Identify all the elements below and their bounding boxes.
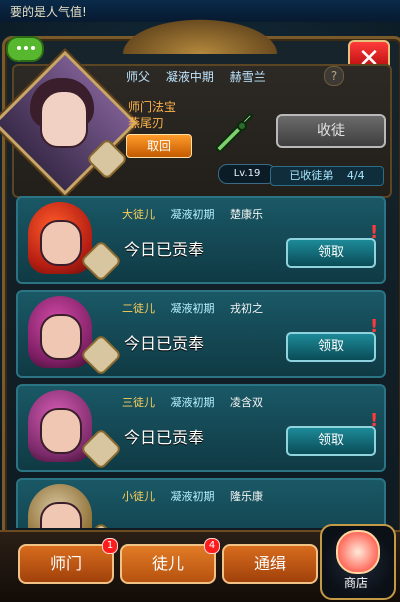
disciple-face <box>40 408 82 454</box>
notification-badge: 4 <box>204 538 220 554</box>
retrieve-button[interactable]: 取回 <box>126 134 192 158</box>
weapon-slot[interactable] <box>202 102 268 164</box>
notification-badge: 1 <box>102 538 118 554</box>
ticker-text: 要的是人气值! <box>10 5 87 19</box>
tab-wanted[interactable]: 通缉 <box>222 544 318 584</box>
disciple-count: 已收徒弟 4/4 <box>270 166 384 186</box>
disciple-rank: 大徒儿 <box>122 208 155 221</box>
claim-button[interactable]: 领取 <box>286 426 376 456</box>
chat-button[interactable] <box>6 36 44 62</box>
disciple-count-value: 4/4 <box>346 169 365 182</box>
disciple-row: 大徒儿 凝液初期 楚康乐 今日已贡奉 领取 ! <box>16 196 386 284</box>
sword-icon <box>214 112 254 154</box>
disciple-info: 大徒儿 凝液初期 楚康乐 <box>122 206 382 224</box>
chat-dot-icon <box>24 46 28 50</box>
treasure-title: 师门法宝 <box>128 100 177 114</box>
master-name: 赫雪兰 <box>229 70 266 84</box>
disciple-info: 三徒儿 凝液初期 凌含双 <box>122 394 382 412</box>
disciple-rank: 小徒儿 <box>122 490 155 503</box>
tribute-status: 今日已贡奉 <box>124 334 205 353</box>
disciple-face <box>40 220 82 266</box>
shop-label: 商店 <box>343 576 368 590</box>
disciple-info: 二徒儿 凝液初期 戎初之 <box>122 300 382 318</box>
disciple-row: 三徒儿 凝液初期 凌含双 今日已贡奉 领取 ! <box>16 384 386 472</box>
weapon-level: Lv.19 <box>218 164 276 184</box>
alert-icon <box>370 506 384 524</box>
disciple-row: 二徒儿 凝液初期 戎初之 今日已贡奉 领取 ! <box>16 290 386 378</box>
claim-button[interactable]: 领取 <box>286 332 376 362</box>
disciple-portrait-group <box>22 296 123 377</box>
disciple-name: 凌含双 <box>230 396 263 409</box>
disciple-realm: 凝液初期 <box>170 490 215 503</box>
disciple-list[interactable]: 大徒儿 凝液初期 楚康乐 今日已贡奉 领取 ! 二徒儿 凝液初期 戎初之 今日已… <box>10 196 390 528</box>
tribute-status: 今日已贡奉 <box>124 240 205 259</box>
disciple-rank: 三徒儿 <box>122 396 155 409</box>
disciple-name: 楚康乐 <box>230 208 263 221</box>
alert-icon: ! <box>370 316 379 337</box>
chat-dot-icon <box>31 46 35 50</box>
disciple-realm: 凝液初期 <box>170 396 215 409</box>
accept-disciple-button[interactable]: 收徒 <box>276 114 386 148</box>
help-icon[interactable]: ? <box>324 66 344 86</box>
tab-master-label: 师门 <box>49 554 82 573</box>
chat-dot-icon <box>17 46 21 50</box>
disciple-name: 戎初之 <box>230 302 263 315</box>
disciple-face <box>40 502 82 528</box>
shop-icon <box>336 530 380 574</box>
disciple-portrait-group <box>22 390 123 471</box>
decorative-crest <box>110 14 290 54</box>
disciple-name: 隆乐康 <box>230 490 263 503</box>
alert-icon: ! <box>370 410 379 431</box>
disciple-count-label: 已收徒弟 <box>289 169 334 182</box>
disciple-rank: 二徒儿 <box>122 302 155 315</box>
disciple-realm: 凝液初期 <box>170 208 215 221</box>
alert-icon: ! <box>370 222 379 243</box>
disciple-realm: 凝液初期 <box>170 302 215 315</box>
disciple-portrait-group <box>22 202 123 283</box>
disciple-portrait-group <box>22 484 123 528</box>
master-label: 师父 <box>126 70 151 84</box>
disciple-face <box>40 314 82 360</box>
disciple-row: 小徒儿 凝液初期 隆乐康 <box>16 478 386 528</box>
tab-disciples[interactable]: 徒儿 4 <box>120 538 220 584</box>
tab-disciples-label: 徒儿 <box>151 554 184 573</box>
tribute-status: 今日已贡奉 <box>124 428 205 447</box>
master-info: 师父 凝液中期 赫雪兰 <box>126 68 346 86</box>
claim-button[interactable]: 领取 <box>286 238 376 268</box>
disciple-info: 小徒儿 凝液初期 隆乐康 <box>122 488 382 506</box>
treasure-name: 燕尾刃 <box>128 116 165 130</box>
master-face <box>40 90 88 148</box>
master-realm: 凝液中期 <box>165 70 214 84</box>
tab-master[interactable]: 师门 1 <box>18 538 118 584</box>
tab-wanted-label: 通缉 <box>253 554 286 573</box>
